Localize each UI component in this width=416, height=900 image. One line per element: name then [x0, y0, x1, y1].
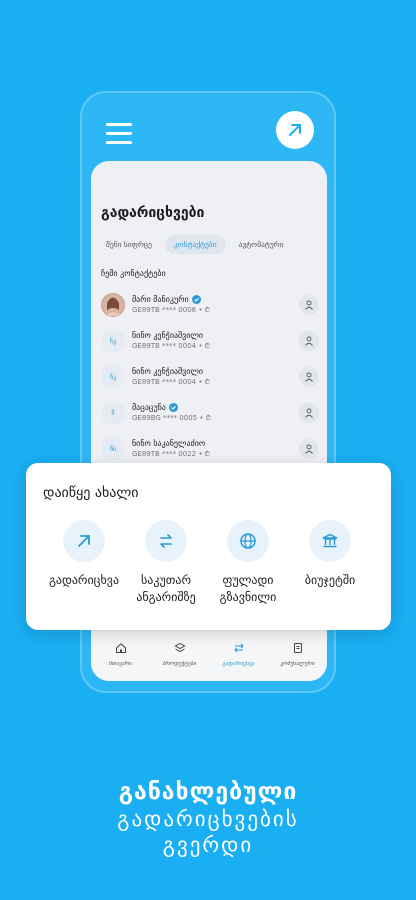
transfer-icon: [233, 643, 244, 653]
user-icon: [305, 408, 313, 418]
user-icon: [305, 444, 313, 454]
avatar: ნს: [101, 437, 125, 461]
contact-profile-button[interactable]: [299, 439, 319, 459]
section-label: ჩემი კონტაქტები: [101, 269, 166, 278]
card-title: დაიწყე ახალი: [43, 485, 139, 501]
avatar: ნკ: [101, 365, 125, 389]
arrow-up-right-icon: [78, 535, 90, 547]
contact-row[interactable]: მარი მანიკური GE89TB **** 0008 • ₾: [99, 287, 323, 323]
headline-line-1: განახლებული: [118, 779, 298, 805]
contact-profile-button[interactable]: [299, 403, 319, 423]
nav-item-home[interactable]: მთავარი: [93, 639, 149, 681]
bill-icon: [293, 643, 302, 653]
page-title: გადარიცხვები: [101, 205, 205, 221]
tab-bar: შენი სიფრცე კონტაქტები ავტომატური: [97, 235, 293, 254]
action-own-account[interactable]: საკუთარ ანგარიშზე: [125, 520, 207, 607]
user-icon: [305, 372, 313, 382]
contact-account: GE89TB **** 0008 • ₾: [132, 306, 211, 314]
contact-row[interactable]: ნს ნინო საკანელაძიო GE89TB **** 0022 • ₾: [99, 431, 323, 467]
layers-icon: [173, 642, 186, 653]
nav-item-transfer[interactable]: გადარიცხვა: [211, 639, 267, 681]
tab-own-space[interactable]: შენი სიფრცე: [97, 235, 161, 254]
action-icon-circle: [145, 520, 187, 562]
arrow-up-right-icon: [289, 124, 301, 136]
action-icon-circle: [309, 520, 351, 562]
new-transfer-button[interactable]: [276, 111, 314, 149]
contact-account: GE89TB **** 0004 • ₾: [132, 378, 211, 386]
tab-contacts[interactable]: კონტაქტები: [164, 235, 226, 254]
contact-name: ნინო საკანელაძიო: [132, 439, 206, 448]
contact-name: ნინო კენჭიაშვილი: [132, 367, 204, 376]
avatar: მ: [101, 401, 125, 425]
nav-item-products[interactable]: პროდუქტები: [152, 639, 208, 681]
action-money-transfer[interactable]: ფულადი გზავნილი: [207, 520, 289, 607]
user-icon: [305, 336, 313, 346]
nav-item-utilities[interactable]: კომუნალური: [270, 639, 326, 681]
action-icon-circle: [227, 520, 269, 562]
action-label: გადარიცხვა: [48, 573, 120, 587]
nav-label: კომუნალური: [280, 661, 315, 667]
contact-profile-button[interactable]: [299, 295, 319, 315]
action-transfer[interactable]: გადარიცხვა: [43, 520, 125, 607]
action-icon-circle: [63, 520, 105, 562]
contact-profile-button[interactable]: [299, 331, 319, 351]
action-label: ბიუჯეტში: [304, 573, 356, 587]
promo-headline: განახლებული გადარიცხვების გვერდი: [0, 778, 416, 858]
contact-account: GE89BG **** 0005 • ₾: [132, 414, 212, 422]
contact-name: მაცაცუნა: [132, 403, 166, 412]
verified-icon: [191, 295, 201, 304]
swap-icon: [160, 534, 172, 548]
action-budget[interactable]: ბიუჯეტში: [289, 520, 371, 607]
contact-name: ნინო კენჭიაშვილი: [132, 331, 204, 340]
contact-account: GE89TB **** 0022 • ₾: [132, 450, 211, 458]
nav-label: მთავარი: [109, 661, 132, 667]
bottom-nav: მთავარი პროდუქტები გადარიცხვა კომუნალური: [91, 631, 327, 681]
menu-icon[interactable]: [106, 123, 132, 145]
tab-automatic[interactable]: ავტომატური: [230, 235, 293, 254]
contact-account: GE89TB **** 0004 • ₾: [132, 342, 211, 350]
globe-icon: [240, 533, 256, 549]
home-icon: [115, 643, 126, 653]
headline-line-2: გადარიცხვების: [117, 807, 299, 831]
contact-row[interactable]: ნკ ნინო კენჭიაშვილი GE89TB **** 0004 • ₾: [99, 359, 323, 395]
verified-icon: [168, 403, 178, 412]
contact-row[interactable]: მ მაცაცუნა GE89BG **** 0005 • ₾: [99, 395, 323, 431]
avatar: [101, 293, 125, 317]
headline-line-3: გვერდი: [162, 833, 254, 857]
contact-name: მარი მანიკური: [132, 295, 189, 304]
bank-icon: [322, 533, 338, 548]
action-list: გადარიცხვა საკუთარ ანგარიშზე ფულადი გზავ…: [26, 520, 391, 607]
contact-list: მარი მანიკური GE89TB **** 0008 • ₾ ნკ ნი…: [99, 287, 323, 467]
avatar: ნკ: [101, 329, 125, 353]
nav-label: პროდუქტები: [162, 661, 197, 667]
contact-row[interactable]: ნკ ნინო კენჭიაშვილი GE89TB **** 0004 • ₾: [99, 323, 323, 359]
action-label: საკუთარ ანგარიშზე: [136, 573, 196, 605]
start-new-card: დაიწყე ახალი გადარიცხვა საკუთარ ანგარიშზ…: [26, 463, 391, 630]
action-label: ფულადი გზავნილი: [219, 573, 277, 605]
user-icon: [305, 300, 313, 310]
nav-label: გადარიცხვა: [222, 661, 255, 667]
contact-profile-button[interactable]: [299, 367, 319, 387]
